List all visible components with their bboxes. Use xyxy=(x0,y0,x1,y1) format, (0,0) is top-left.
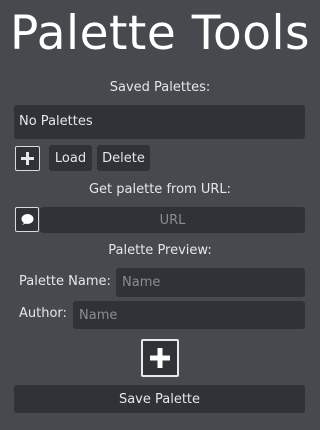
delete-button[interactable]: Delete xyxy=(97,145,150,171)
palette-name-label: Palette Name: xyxy=(19,274,111,289)
paste-url-button[interactable] xyxy=(15,207,39,232)
plus-icon xyxy=(21,152,34,165)
speech-bubble-icon xyxy=(21,213,34,225)
author-label: Author: xyxy=(19,306,67,321)
page-title: Palette Tools xyxy=(10,6,310,61)
palette-name-input[interactable] xyxy=(116,268,305,297)
plus-icon xyxy=(150,348,170,368)
load-button[interactable]: Load xyxy=(49,145,92,171)
author-input[interactable] xyxy=(73,301,305,329)
saved-palettes-dropdown[interactable]: No Palettes xyxy=(14,105,305,139)
save-palette-button[interactable]: Save Palette xyxy=(14,385,305,413)
add-color-button[interactable] xyxy=(141,339,179,377)
saved-palettes-label: Saved Palettes: xyxy=(109,80,211,95)
add-palette-button[interactable] xyxy=(15,146,40,171)
saved-palettes-value: No Palettes xyxy=(19,114,93,129)
url-input[interactable] xyxy=(40,207,305,233)
palette-preview-label: Palette Preview: xyxy=(108,243,212,258)
url-section-label: Get palette from URL: xyxy=(88,182,231,197)
